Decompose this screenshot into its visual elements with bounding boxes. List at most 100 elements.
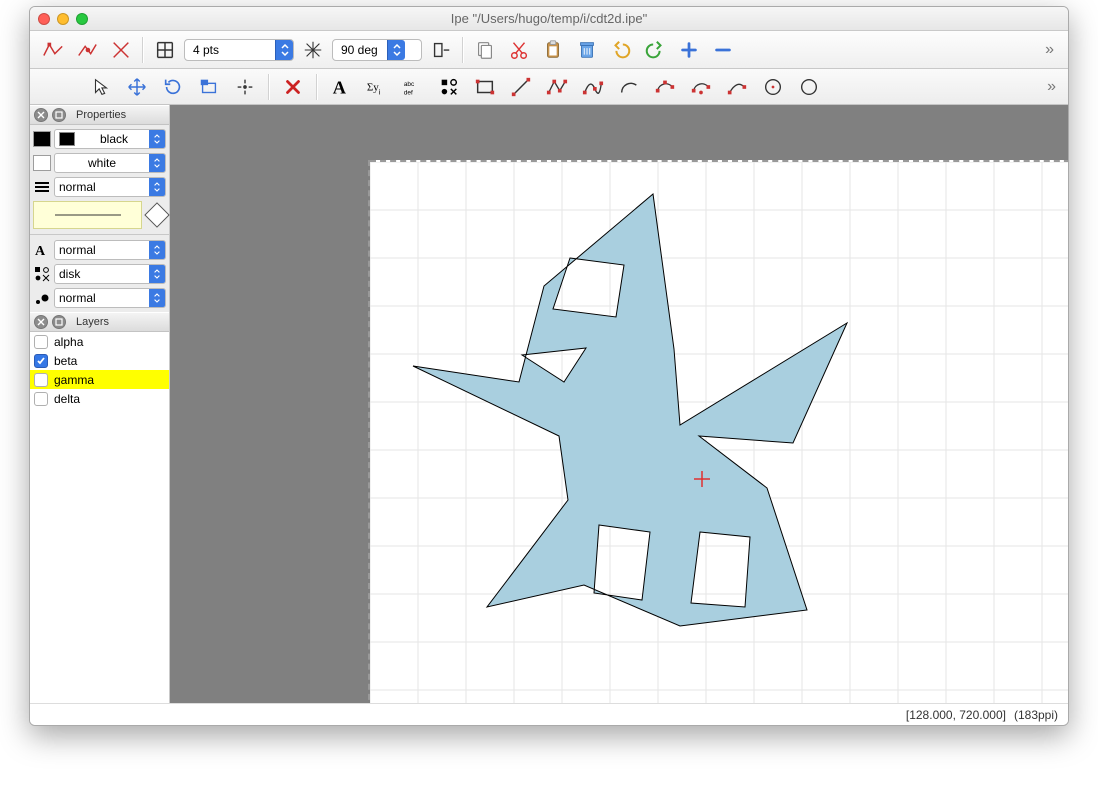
arc-button[interactable] <box>614 73 644 101</box>
circle-center-button[interactable] <box>758 73 788 101</box>
dropdown-arrow-icon <box>149 289 165 307</box>
fill-color-swatch[interactable] <box>33 155 51 171</box>
status-coordinates: [128.000, 720.000] <box>906 708 1006 722</box>
fill-color-select[interactable]: white <box>54 153 166 173</box>
rectangle-button[interactable] <box>470 73 500 101</box>
dropdown-arrow-icon <box>387 40 405 60</box>
paste-button[interactable] <box>538 36 568 64</box>
polyline-button[interactable] <box>542 73 572 101</box>
layer-name-label: alpha <box>54 335 83 349</box>
toolbar-separator <box>142 37 144 63</box>
properties-panel-title: Properties <box>76 109 126 121</box>
line-preview[interactable] <box>33 201 142 229</box>
mark-button[interactable] <box>434 73 464 101</box>
layer-visibility-checkbox[interactable] <box>34 373 48 387</box>
sidebar: Properties black white <box>30 105 170 703</box>
stroke-color-select[interactable]: black <box>54 129 166 149</box>
stroke-color-preview <box>59 132 75 146</box>
svg-text:A: A <box>333 77 347 97</box>
rotate-mode-button[interactable] <box>158 73 188 101</box>
cut-button[interactable] <box>504 36 534 64</box>
panel-close-button[interactable] <box>34 108 48 122</box>
toolbar-separator <box>316 74 318 100</box>
stroke-color-swatch[interactable] <box>33 131 51 147</box>
layer-name-label: gamma <box>54 373 94 387</box>
mark-size-icon <box>33 290 51 306</box>
select-mode-button[interactable] <box>86 73 116 101</box>
angle-snap-value: 90 deg <box>333 43 387 57</box>
snap-auto-angular-button[interactable] <box>426 36 456 64</box>
canvas-svg <box>370 162 1068 703</box>
properties-panel: black white normal <box>30 125 169 312</box>
dropdown-arrow-icon <box>149 265 165 283</box>
delete-object-button[interactable] <box>278 73 308 101</box>
arrow-style-button[interactable] <box>144 202 169 227</box>
body: Properties black white <box>30 105 1068 703</box>
angle-snap-select[interactable]: 90 deg <box>332 39 422 61</box>
toolbar-overflow-button[interactable]: » <box>1039 41 1060 59</box>
stretch-mode-button[interactable] <box>194 73 224 101</box>
line-style-icon <box>33 179 51 195</box>
polygon-shape[interactable] <box>413 194 847 626</box>
redo-button[interactable] <box>640 36 670 64</box>
delete-button[interactable] <box>572 36 602 64</box>
copy-button[interactable] <box>470 36 500 64</box>
snap-grid-button[interactable] <box>150 36 180 64</box>
spline-button[interactable] <box>578 73 608 101</box>
zoom-in-button[interactable] <box>674 36 704 64</box>
panel-close-button[interactable] <box>34 315 48 329</box>
layer-visibility-checkbox[interactable] <box>34 335 48 349</box>
zoom-out-button[interactable] <box>708 36 738 64</box>
dropdown-arrow-icon <box>275 40 293 60</box>
layer-row[interactable]: gamma <box>30 370 169 389</box>
math-label-button[interactable]: Σyi <box>362 73 392 101</box>
snap-vertex-button[interactable] <box>38 36 68 64</box>
grid-spacing-value: 4 pts <box>185 43 275 57</box>
line-style-select[interactable]: normal <box>54 177 166 197</box>
text-style-select[interactable]: normal <box>54 240 166 260</box>
window-title: Ipe "/Users/hugo/temp/i/cdt2d.ipe" <box>30 11 1068 26</box>
toolbar-separator <box>462 37 464 63</box>
layer-row[interactable]: alpha <box>30 332 169 351</box>
svg-text:Σy: Σy <box>367 81 379 93</box>
layers-list: alpha beta gamma delta <box>30 332 169 703</box>
panel-popout-button[interactable] <box>52 315 66 329</box>
mark-shape-icon <box>33 266 51 282</box>
circle-3points-button[interactable] <box>794 73 824 101</box>
arc-tangent-button[interactable] <box>722 73 752 101</box>
paragraph-button[interactable]: abcdef <box>398 73 428 101</box>
arc-3points-button[interactable] <box>650 73 680 101</box>
stroke-color-value: black <box>79 132 149 146</box>
dropdown-arrow-icon <box>149 241 165 259</box>
arc-center-button[interactable] <box>686 73 716 101</box>
text-style-value: normal <box>55 243 149 257</box>
snap-angular-button[interactable] <box>298 36 328 64</box>
snap-control-point-button[interactable] <box>72 36 102 64</box>
move-mode-button[interactable] <box>122 73 152 101</box>
svg-text:i: i <box>379 87 381 96</box>
fill-color-value: white <box>55 156 149 170</box>
mode-toolbar-overflow-button[interactable]: » <box>1041 78 1062 96</box>
line-button[interactable] <box>506 73 536 101</box>
layer-visibility-checkbox[interactable] <box>34 354 48 368</box>
svg-text:A: A <box>35 244 46 258</box>
layer-row[interactable]: delta <box>30 389 169 408</box>
mark-shape-select[interactable]: disk <box>54 264 166 284</box>
line-style-value: normal <box>55 180 149 194</box>
undo-button[interactable] <box>606 36 636 64</box>
layer-row[interactable]: beta <box>30 351 169 370</box>
pan-mode-button[interactable] <box>230 73 260 101</box>
text-style-icon: A <box>33 242 51 258</box>
properties-panel-header: Properties <box>30 105 169 125</box>
layer-name-label: delta <box>54 392 80 406</box>
panel-popout-button[interactable] <box>52 108 66 122</box>
svg-text:def: def <box>404 89 413 96</box>
text-label-button[interactable]: A <box>326 73 356 101</box>
canvas-area[interactable] <box>170 105 1068 703</box>
snap-intersection-button[interactable] <box>106 36 136 64</box>
mark-size-select[interactable]: normal <box>54 288 166 308</box>
layer-visibility-checkbox[interactable] <box>34 392 48 406</box>
grid-spacing-select[interactable]: 4 pts <box>184 39 294 61</box>
dropdown-arrow-icon <box>149 178 165 196</box>
drawing-page[interactable] <box>370 160 1068 703</box>
